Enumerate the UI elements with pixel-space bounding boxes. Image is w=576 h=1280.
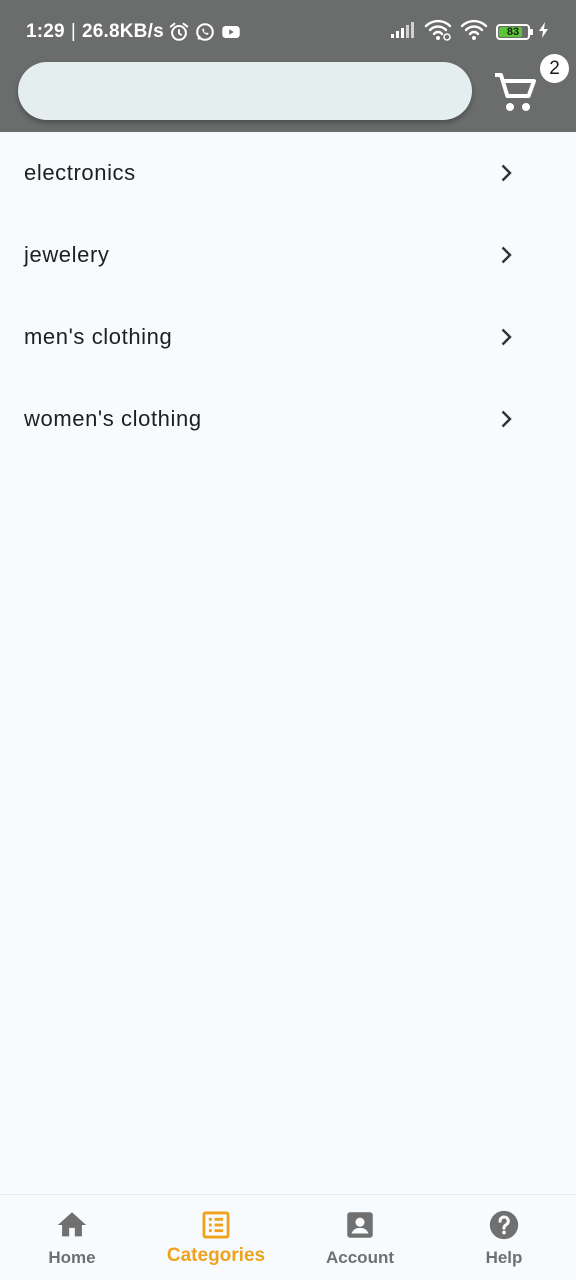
status-separator: | <box>70 21 76 42</box>
cart-button[interactable] <box>490 70 542 120</box>
cart-count-badge: 2 <box>540 54 569 83</box>
wifi-icon <box>424 19 452 46</box>
battery-level: 83 <box>506 25 520 38</box>
network-speed: 26.8KB/s <box>81 21 164 42</box>
category-label: jewelery <box>24 242 110 267</box>
home-icon <box>57 1212 87 1237</box>
shopping-cart-icon <box>492 69 540 122</box>
chevron-right-icon <box>501 410 512 428</box>
nav-label-help: Help <box>485 1248 523 1267</box>
category-item-womens-clothing[interactable]: women's clothing <box>0 378 576 460</box>
whatsapp-icon <box>194 21 216 43</box>
signal-icon <box>390 21 416 44</box>
chevron-right-icon <box>501 246 512 264</box>
category-label: men's clothing <box>24 324 173 349</box>
category-item-jewelery[interactable]: jewelery <box>0 214 576 296</box>
help-icon <box>489 1210 519 1240</box>
category-list: electronics jewelery men's clothing wome… <box>0 132 576 460</box>
alarm-icon <box>168 21 190 43</box>
chevron-right-icon <box>501 164 512 182</box>
nav-label-account: Account <box>326 1248 394 1267</box>
list-alt-icon <box>202 1211 230 1239</box>
nav-label-categories: Categories <box>166 1245 266 1266</box>
status-left: 1:29 | 26.8KB/s <box>26 18 242 46</box>
app-bar: 1:29 | 26.8KB/s 83 2 <box>0 0 576 132</box>
charging-icon <box>538 21 550 44</box>
category-item-electronics[interactable]: electronics <box>0 132 576 214</box>
bottom-navigation: Home Categories Account Help <box>0 1194 576 1280</box>
youtube-icon <box>220 21 242 43</box>
account-box-icon <box>347 1212 373 1238</box>
nav-item-home[interactable]: Home <box>0 1195 144 1280</box>
category-label: electronics <box>24 160 136 185</box>
search-input[interactable] <box>18 62 472 120</box>
category-label: women's clothing <box>24 406 202 431</box>
nav-item-categories[interactable]: Categories <box>144 1195 288 1280</box>
nav-item-help[interactable]: Help <box>432 1195 576 1280</box>
status-right: 83 <box>390 18 550 46</box>
chevron-right-icon <box>501 328 512 346</box>
category-item-mens-clothing[interactable]: men's clothing <box>0 296 576 378</box>
battery-cap <box>530 29 533 35</box>
wifi-icon <box>460 19 488 46</box>
nav-item-account[interactable]: Account <box>288 1195 432 1280</box>
battery-icon: 83 <box>496 24 533 40</box>
nav-label-home: Home <box>48 1248 96 1267</box>
status-time: 1:29 <box>26 21 65 42</box>
status-bar: 1:29 | 26.8KB/s 83 <box>0 0 576 62</box>
